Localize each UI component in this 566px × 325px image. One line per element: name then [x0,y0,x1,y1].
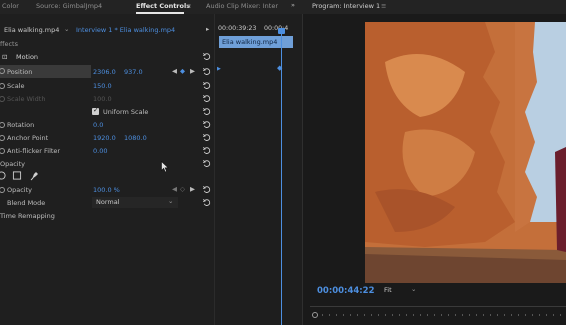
scale-width-label: Scale Width [7,95,46,103]
position-label: Position [7,68,33,76]
effect-controls-panel: Elia walking.mp4 ⌄ Interview 1 * Elia wa… [0,14,214,325]
reset-icon[interactable] [202,159,211,168]
video-effects-header: ffects [0,38,214,50]
playhead-handle[interactable] [278,28,285,34]
panel-tab-bar: Color Source: GimbalJmp4 Effect Controls… [0,0,566,14]
rotation-row[interactable]: Rotation 0.0 [0,119,214,131]
tab-lumetri-color[interactable]: Color [2,2,19,10]
anchor-y-value[interactable]: 1080.0 [124,134,147,142]
chevron-down-icon: ⌄ [411,285,417,293]
chevron-down-icon[interactable]: ⌄ [64,25,69,33]
position-x-value[interactable]: 2306.0 [93,68,116,76]
keyframe-left-indicator-icon: ▶ [217,66,221,72]
mouse-cursor-icon [161,161,169,173]
clip-header: Elia walking.mp4 ⌄ Interview 1 * Elia wa… [0,25,214,36]
time-remapping-label: Time Remapping [0,212,55,220]
program-timecode[interactable]: 00:00:44:22 [317,286,375,296]
tab-effect-controls[interactable]: Effect Controls [136,2,190,10]
reset-icon[interactable] [202,198,211,207]
anchor-point-label: Anchor Point [7,134,49,142]
reset-icon[interactable] [202,94,211,103]
mask-tools-row [0,169,214,183]
ellipse-mask-icon[interactable] [0,171,6,180]
scale-row[interactable]: Scale 150.0 [0,80,214,92]
reset-icon[interactable] [202,52,211,61]
prev-keyframe-icon[interactable]: ◀ [172,185,177,193]
scale-value[interactable]: 150.0 [93,82,112,90]
scale-width-row: Scale Width 100.0 [0,93,214,105]
anchor-x-value[interactable]: 1920.0 [93,134,116,142]
reset-icon[interactable] [202,107,211,116]
reset-icon[interactable] [202,120,211,129]
stopwatch-icon[interactable] [0,187,5,193]
position-row[interactable]: Position 2306.0 937.0 ◀ ◆ ▶ [0,65,214,78]
opacity-row[interactable]: Opacity 100.0 % ◀ ◇ ▶ [0,184,214,196]
anti-flicker-value[interactable]: 0.00 [93,147,107,155]
reset-icon[interactable] [202,81,211,90]
timebar-start-marker[interactable] [312,312,318,318]
checkmark-icon: ✓ [93,106,99,114]
motion-effect-row[interactable]: ⊡ Motion [0,51,214,63]
panel-menu-icon[interactable]: ≡ [186,2,191,10]
anchor-point-row[interactable]: Anchor Point 1920.0 1080.0 [0,132,214,144]
tab-source[interactable]: Source: GimbalJmp4 [36,2,102,10]
program-menu-icon[interactable]: ≡ [381,2,386,10]
zoom-fit-value: Fit [384,286,392,294]
reset-icon[interactable] [202,133,211,142]
motion-label: Motion [16,53,39,61]
program-timebar[interactable] [310,306,566,307]
keyframe-marker-icon[interactable]: ◆ [277,64,282,72]
stopwatch-icon[interactable] [0,122,5,128]
blend-mode-value: Normal [96,198,120,206]
anti-flicker-label: Anti-flicker Filter [7,147,61,155]
play-only-audio-icon[interactable]: ▸ [206,25,209,33]
rotation-value[interactable]: 0.0 [93,121,103,129]
opacity-value[interactable]: 100.0 % [93,186,120,194]
clip-bar-label: Elia walking.mp4 [222,38,278,46]
scale-label: Scale [7,82,25,90]
anti-flicker-row[interactable]: Anti-flicker Filter 0.00 [0,145,214,157]
stopwatch-icon[interactable] [0,148,5,154]
pen-mask-icon[interactable] [30,170,40,181]
tab-program-monitor[interactable]: Program: Interview 1 [312,2,380,10]
playhead-line[interactable] [281,28,282,325]
timeline-start-timecode: 00:00:39:23 [218,25,257,32]
chevron-down-icon: ⌄ [168,197,174,205]
time-ruler [322,314,566,316]
uniform-scale-row[interactable]: ✓ Uniform Scale [0,106,214,118]
blend-mode-row[interactable]: Blend Mode Normal ⌄ [0,197,214,209]
scale-width-value: 100.0 [93,95,112,103]
stopwatch-icon[interactable] [0,135,5,141]
time-remapping-row[interactable]: Time Remapping [0,210,214,222]
prev-keyframe-icon[interactable]: ◀ [172,67,177,75]
sequence-clip-label[interactable]: Interview 1 * Elia walking.mp4 [76,26,175,34]
opacity-label: Opacity [7,186,33,194]
add-keyframe-icon[interactable]: ◆ [180,67,185,75]
next-keyframe-icon[interactable]: ▶ [190,185,195,193]
reset-icon[interactable] [202,67,211,76]
video-preview-image [365,22,566,283]
next-keyframe-icon[interactable]: ▶ [190,67,195,75]
blend-mode-label: Blend Mode [7,199,46,207]
master-clip-selector[interactable]: Elia walking.mp4 [4,26,59,34]
section-title: ffects [0,40,18,48]
add-keyframe-icon[interactable]: ◇ [180,185,185,193]
motion-transform-icon[interactable]: ⊡ [2,53,7,61]
stopwatch-icon[interactable] [0,83,5,89]
uniform-scale-label: Uniform Scale [103,108,149,116]
more-tabs-icon[interactable]: » [291,1,295,9]
blend-mode-dropdown[interactable]: Normal ⌄ [92,197,178,208]
tab-audio-clip-mixer[interactable]: Audio Clip Mixer: Inter [206,2,278,10]
opacity-section-label: Opacity [0,160,26,168]
zoom-fit-dropdown[interactable]: Fit ⌄ [381,285,421,296]
effect-controls-timeline[interactable]: 00:00:39:23 00:00:4 Elia walking.mp4 ◆ ▶ [214,14,303,325]
reset-icon[interactable] [202,146,211,155]
program-video-frame [365,22,566,283]
rectangle-mask-icon[interactable] [12,171,22,180]
reset-icon[interactable] [202,185,211,194]
position-y-value[interactable]: 937.0 [124,68,143,76]
stopwatch-icon [0,96,5,102]
rotation-label: Rotation [7,121,35,129]
